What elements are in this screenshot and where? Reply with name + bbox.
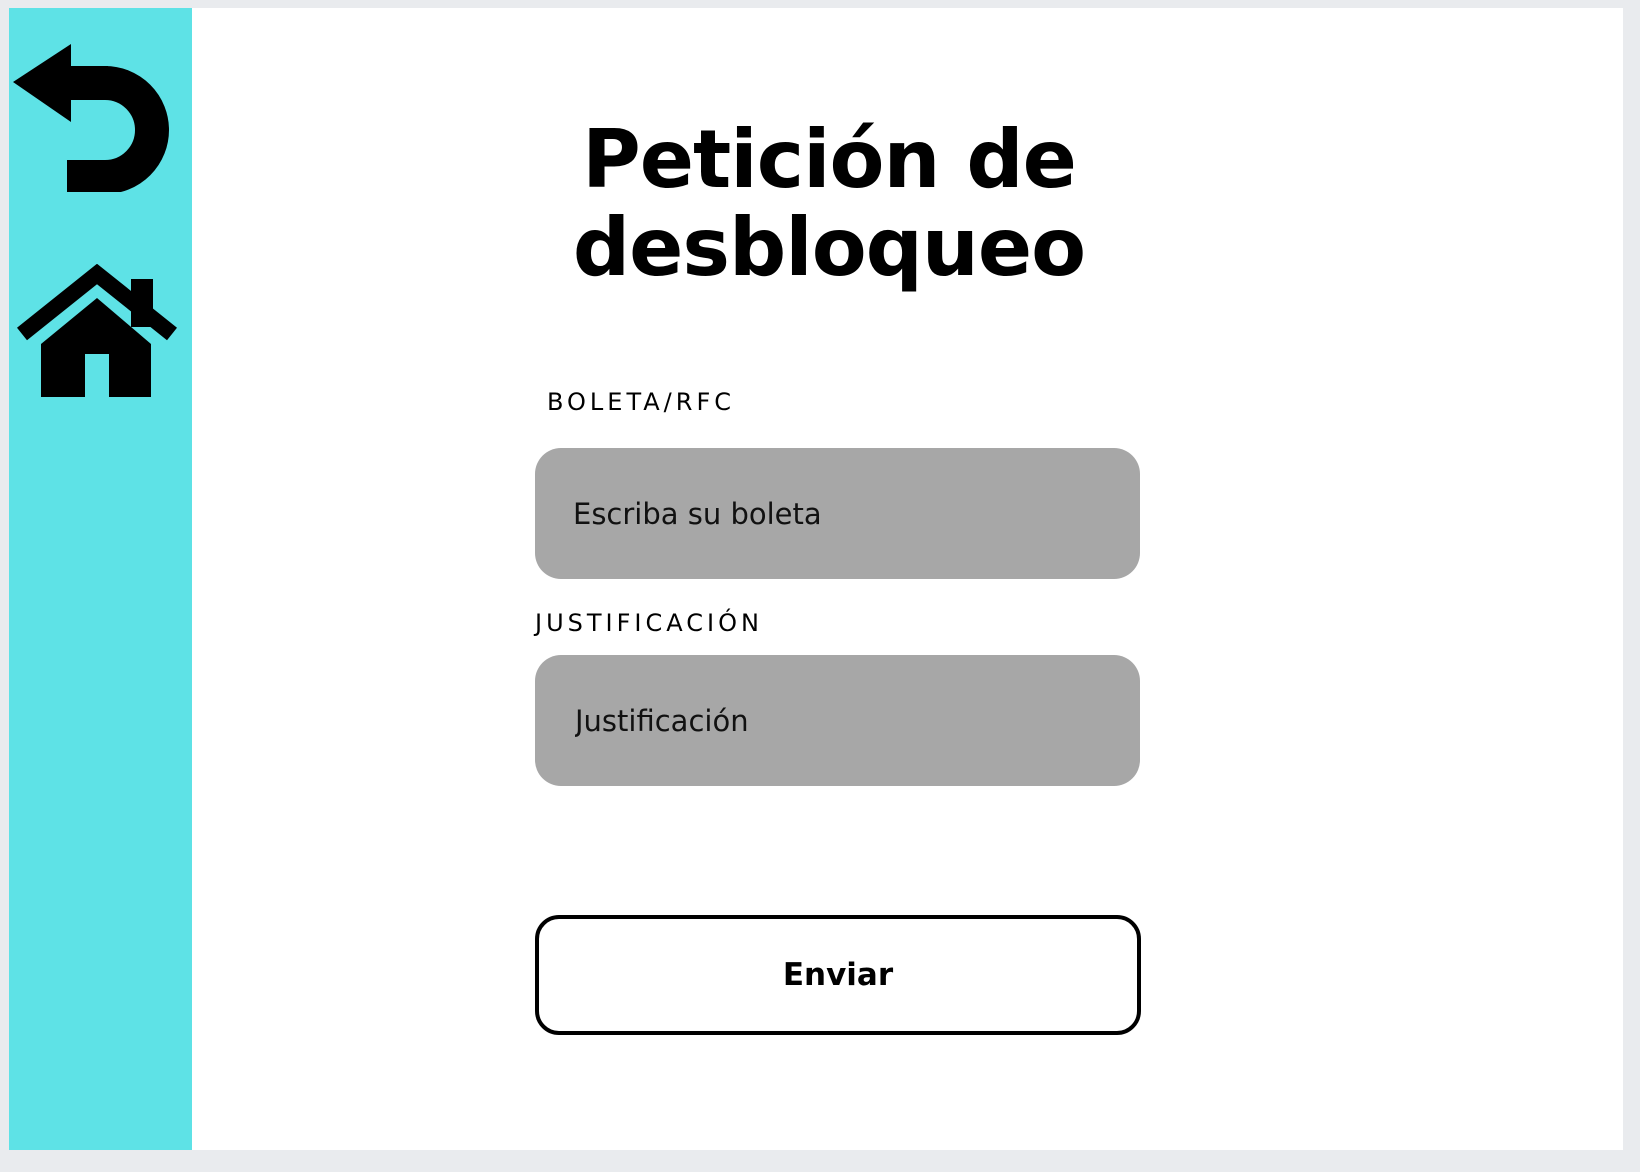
boleta-input[interactable] <box>535 448 1140 579</box>
back-arrow-icon[interactable] <box>13 44 191 192</box>
justificacion-label: JUSTIFICACIÓN <box>535 609 763 637</box>
sidebar <box>9 8 192 1150</box>
submit-button[interactable]: Enviar <box>535 915 1141 1035</box>
page-title: Petición de desbloqueo <box>572 113 1086 294</box>
home-icon[interactable] <box>17 264 187 416</box>
app-window: Petición de desbloqueo BOLETA/RFC JUSTIF… <box>9 8 1623 1150</box>
justificacion-input[interactable] <box>535 655 1140 786</box>
boleta-label: BOLETA/RFC <box>547 388 736 416</box>
